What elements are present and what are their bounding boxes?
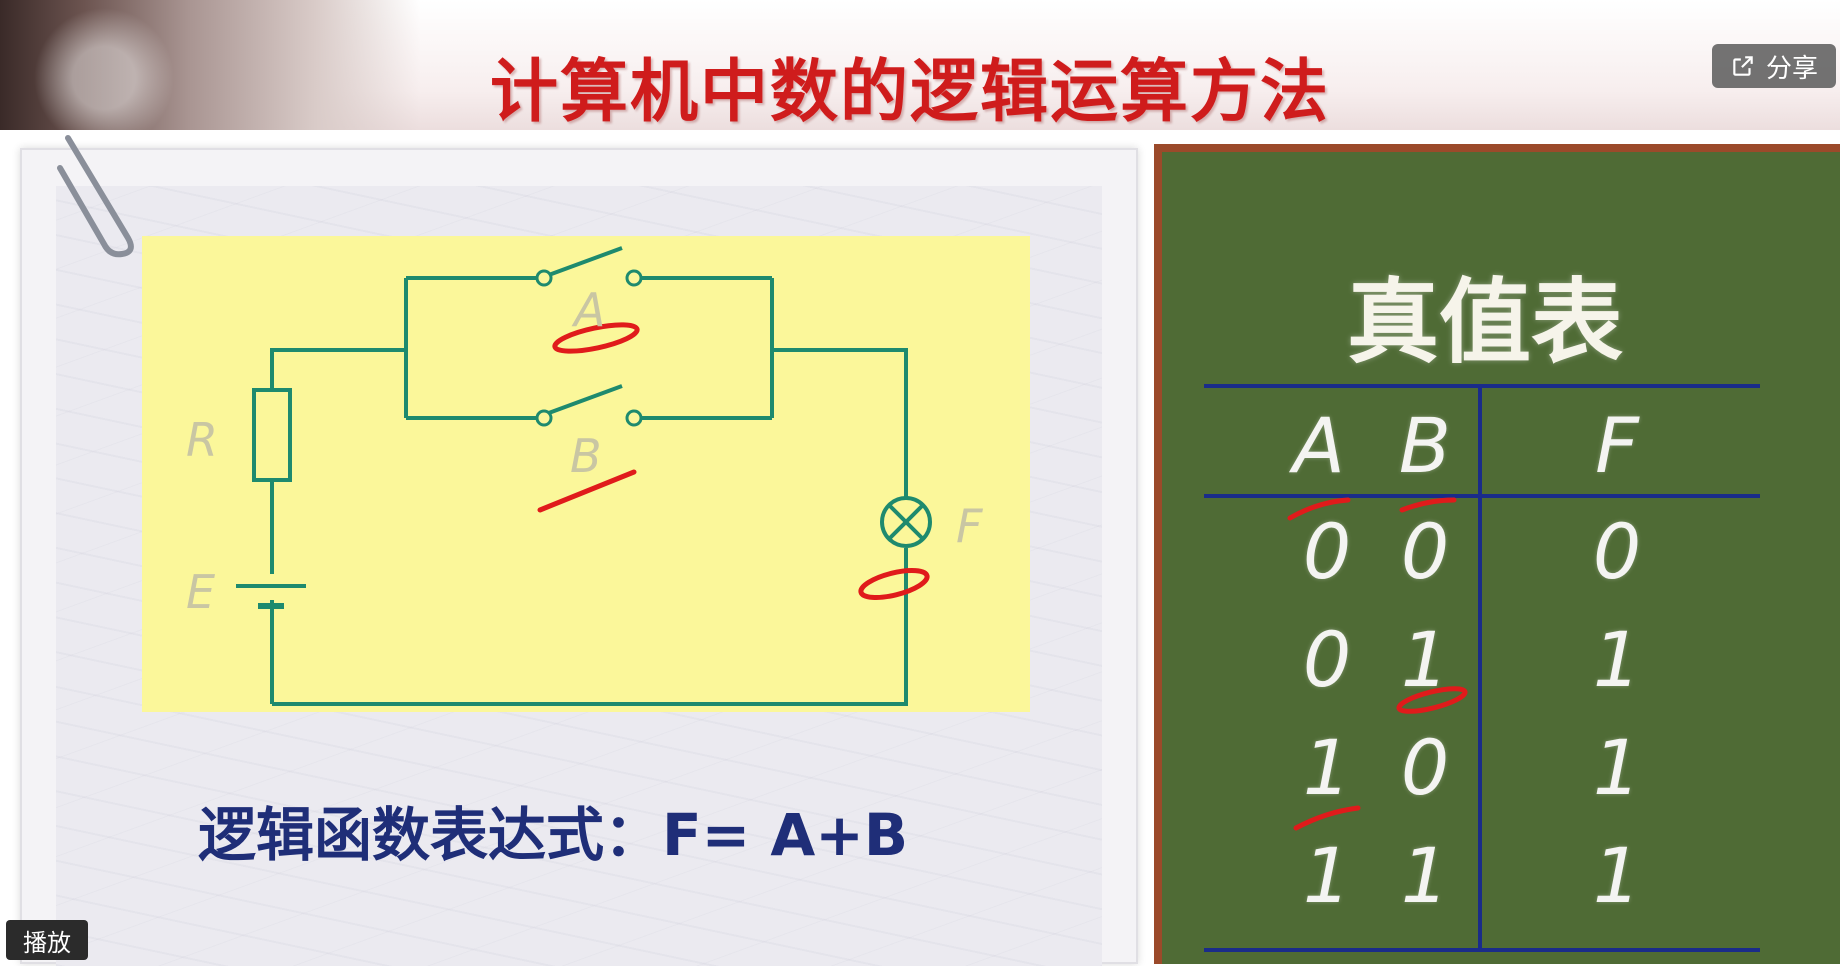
play-button[interactable]: 播放 xyxy=(6,920,88,960)
mark-row-3-a xyxy=(1293,805,1361,831)
mark-header-a xyxy=(1287,497,1351,521)
mark-header-b xyxy=(1399,497,1457,513)
chalk-marks xyxy=(1287,497,1468,831)
mark-row-2-b xyxy=(1396,686,1468,714)
